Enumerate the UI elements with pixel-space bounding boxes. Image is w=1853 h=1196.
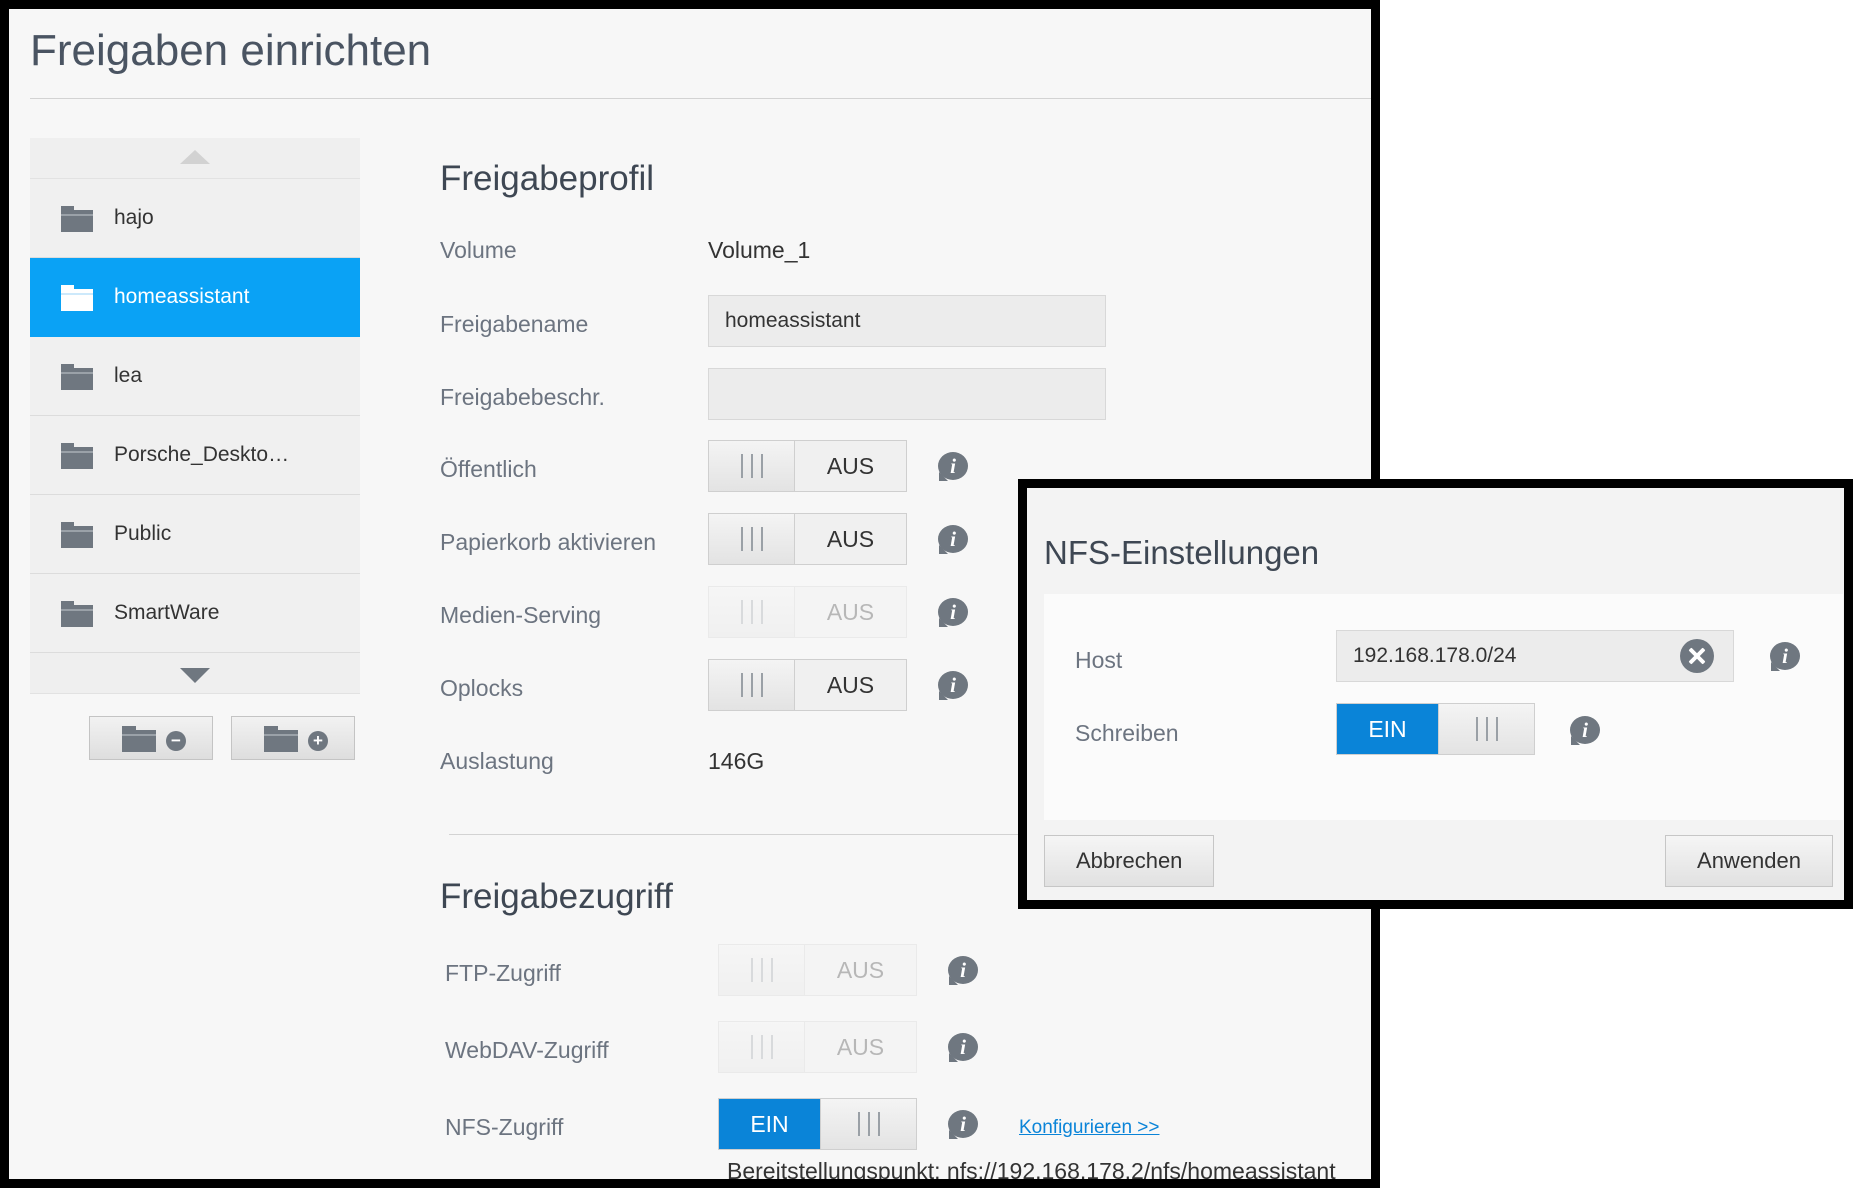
share-item-label: hajo bbox=[114, 206, 154, 229]
toggle-grip-icon bbox=[709, 587, 795, 637]
host-input[interactable] bbox=[1336, 630, 1734, 682]
toggle-state: AUS bbox=[836, 956, 885, 983]
title-divider bbox=[30, 98, 1371, 99]
share-item-porsche-desktop[interactable]: Porsche_Deskto… bbox=[30, 416, 360, 495]
info-icon[interactable]: i bbox=[1770, 642, 1802, 672]
toggle-grip-icon bbox=[709, 660, 795, 710]
toggle-state: AUS bbox=[826, 671, 875, 698]
ftp-access-toggle: AUS bbox=[718, 944, 917, 996]
toggle-grip-icon bbox=[709, 514, 795, 564]
nfs-access-toggle[interactable]: EIN bbox=[718, 1098, 917, 1150]
share-item-homeassistant[interactable]: homeassistant bbox=[30, 258, 360, 337]
share-name-input[interactable] bbox=[708, 295, 1106, 347]
volume-label: Volume bbox=[440, 237, 517, 263]
share-list: hajo homeassistant lea Porsche_Deskto… P… bbox=[30, 138, 360, 694]
media-serving-toggle: AUS bbox=[708, 586, 907, 638]
oplocks-label: Oplocks bbox=[440, 675, 524, 701]
folder-icon bbox=[61, 601, 93, 627]
nfs-access-label: NFS-Zugriff bbox=[445, 1114, 564, 1140]
info-icon[interactable]: i bbox=[1570, 716, 1602, 746]
cancel-button[interactable]: Abbrechen bbox=[1044, 835, 1215, 887]
folder-minus-icon bbox=[122, 726, 156, 752]
write-label: Schreiben bbox=[1075, 720, 1179, 746]
volume-value: Volume_1 bbox=[708, 237, 811, 263]
toggle-state: EIN bbox=[1337, 704, 1438, 754]
recycle-bin-label: Papierkorb aktivieren bbox=[440, 529, 657, 555]
info-icon[interactable]: i bbox=[948, 1033, 980, 1063]
scroll-down-button[interactable] bbox=[30, 653, 360, 694]
info-icon[interactable]: i bbox=[938, 525, 970, 555]
folder-icon bbox=[61, 285, 93, 311]
arrow-up-icon bbox=[180, 150, 210, 164]
recycle-bin-toggle[interactable]: AUS bbox=[708, 513, 907, 565]
arrow-down-icon bbox=[180, 668, 210, 683]
share-item-label: Porsche_Deskto… bbox=[114, 443, 290, 466]
toggle-grip-icon bbox=[719, 945, 805, 995]
host-label: Host bbox=[1075, 647, 1123, 673]
info-icon[interactable]: i bbox=[938, 671, 970, 701]
share-description-input[interactable] bbox=[708, 368, 1106, 420]
public-label: Öffentlich bbox=[440, 456, 537, 482]
folder-icon bbox=[61, 522, 93, 548]
folder-icon bbox=[61, 206, 93, 232]
usage-label: Auslastung bbox=[440, 748, 554, 774]
info-icon[interactable]: i bbox=[948, 956, 980, 986]
info-icon[interactable]: i bbox=[938, 598, 970, 628]
add-share-button[interactable]: + bbox=[231, 716, 355, 760]
mount-point-text: Bereitstellungspunkt: nfs://192.168.178.… bbox=[727, 1158, 1336, 1184]
folder-icon bbox=[61, 443, 93, 469]
dialog-title: NFS-Einstellungen bbox=[1044, 534, 1320, 571]
apply-button[interactable]: Anwenden bbox=[1665, 835, 1833, 887]
media-serving-label: Medien-Serving bbox=[440, 602, 602, 628]
webdav-access-label: WebDAV-Zugriff bbox=[445, 1037, 609, 1063]
public-toggle[interactable]: AUS bbox=[708, 440, 907, 492]
plus-icon: + bbox=[308, 731, 328, 751]
share-item-public[interactable]: Public bbox=[30, 495, 360, 574]
share-name-label: Freigabename bbox=[440, 311, 589, 337]
oplocks-toggle[interactable]: AUS bbox=[708, 659, 907, 711]
share-item-label: SmartWare bbox=[114, 601, 220, 624]
page-title: Freigaben einrichten bbox=[30, 26, 432, 75]
info-icon[interactable]: i bbox=[938, 452, 970, 482]
nfs-settings-dialog: NFS-Einstellungen Host i Schreiben EIN i… bbox=[1018, 479, 1853, 909]
folder-icon bbox=[61, 364, 93, 390]
webdav-access-toggle: AUS bbox=[718, 1021, 917, 1073]
folder-plus-icon bbox=[264, 726, 298, 752]
write-toggle[interactable]: EIN bbox=[1336, 703, 1535, 755]
scroll-up-button[interactable] bbox=[30, 138, 360, 179]
share-item-smartware[interactable]: SmartWare bbox=[30, 574, 360, 653]
toggle-grip-icon bbox=[709, 441, 795, 491]
toggle-state: AUS bbox=[826, 525, 875, 552]
toggle-state: AUS bbox=[836, 1033, 885, 1060]
info-icon[interactable]: i bbox=[948, 1110, 980, 1140]
minus-icon: − bbox=[166, 731, 186, 751]
share-description-label: Freigabebeschr. bbox=[440, 384, 605, 410]
toggle-grip-icon bbox=[820, 1099, 916, 1149]
share-item-label: Public bbox=[114, 522, 172, 545]
toggle-grip-icon bbox=[719, 1022, 805, 1072]
share-item-hajo[interactable]: hajo bbox=[30, 179, 360, 258]
configure-nfs-link[interactable]: Konfigurieren >> bbox=[1019, 1117, 1160, 1139]
toggle-state: EIN bbox=[719, 1099, 820, 1149]
share-item-lea[interactable]: lea bbox=[30, 337, 360, 416]
share-profile-heading: Freigabeprofil bbox=[440, 159, 654, 198]
section-divider bbox=[449, 834, 1049, 835]
clear-input-icon[interactable] bbox=[1680, 639, 1714, 673]
toggle-state: AUS bbox=[826, 598, 875, 625]
share-item-label: lea bbox=[114, 364, 143, 387]
ftp-access-label: FTP-Zugriff bbox=[445, 960, 561, 986]
remove-share-button[interactable]: − bbox=[89, 716, 213, 760]
share-access-heading: Freigabezugriff bbox=[440, 877, 673, 916]
share-item-label: homeassistant bbox=[114, 285, 250, 308]
toggle-grip-icon bbox=[1438, 704, 1534, 754]
usage-value: 146G bbox=[708, 748, 765, 774]
toggle-state: AUS bbox=[826, 452, 875, 479]
dialog-body: Host i Schreiben EIN i bbox=[1044, 594, 1843, 820]
